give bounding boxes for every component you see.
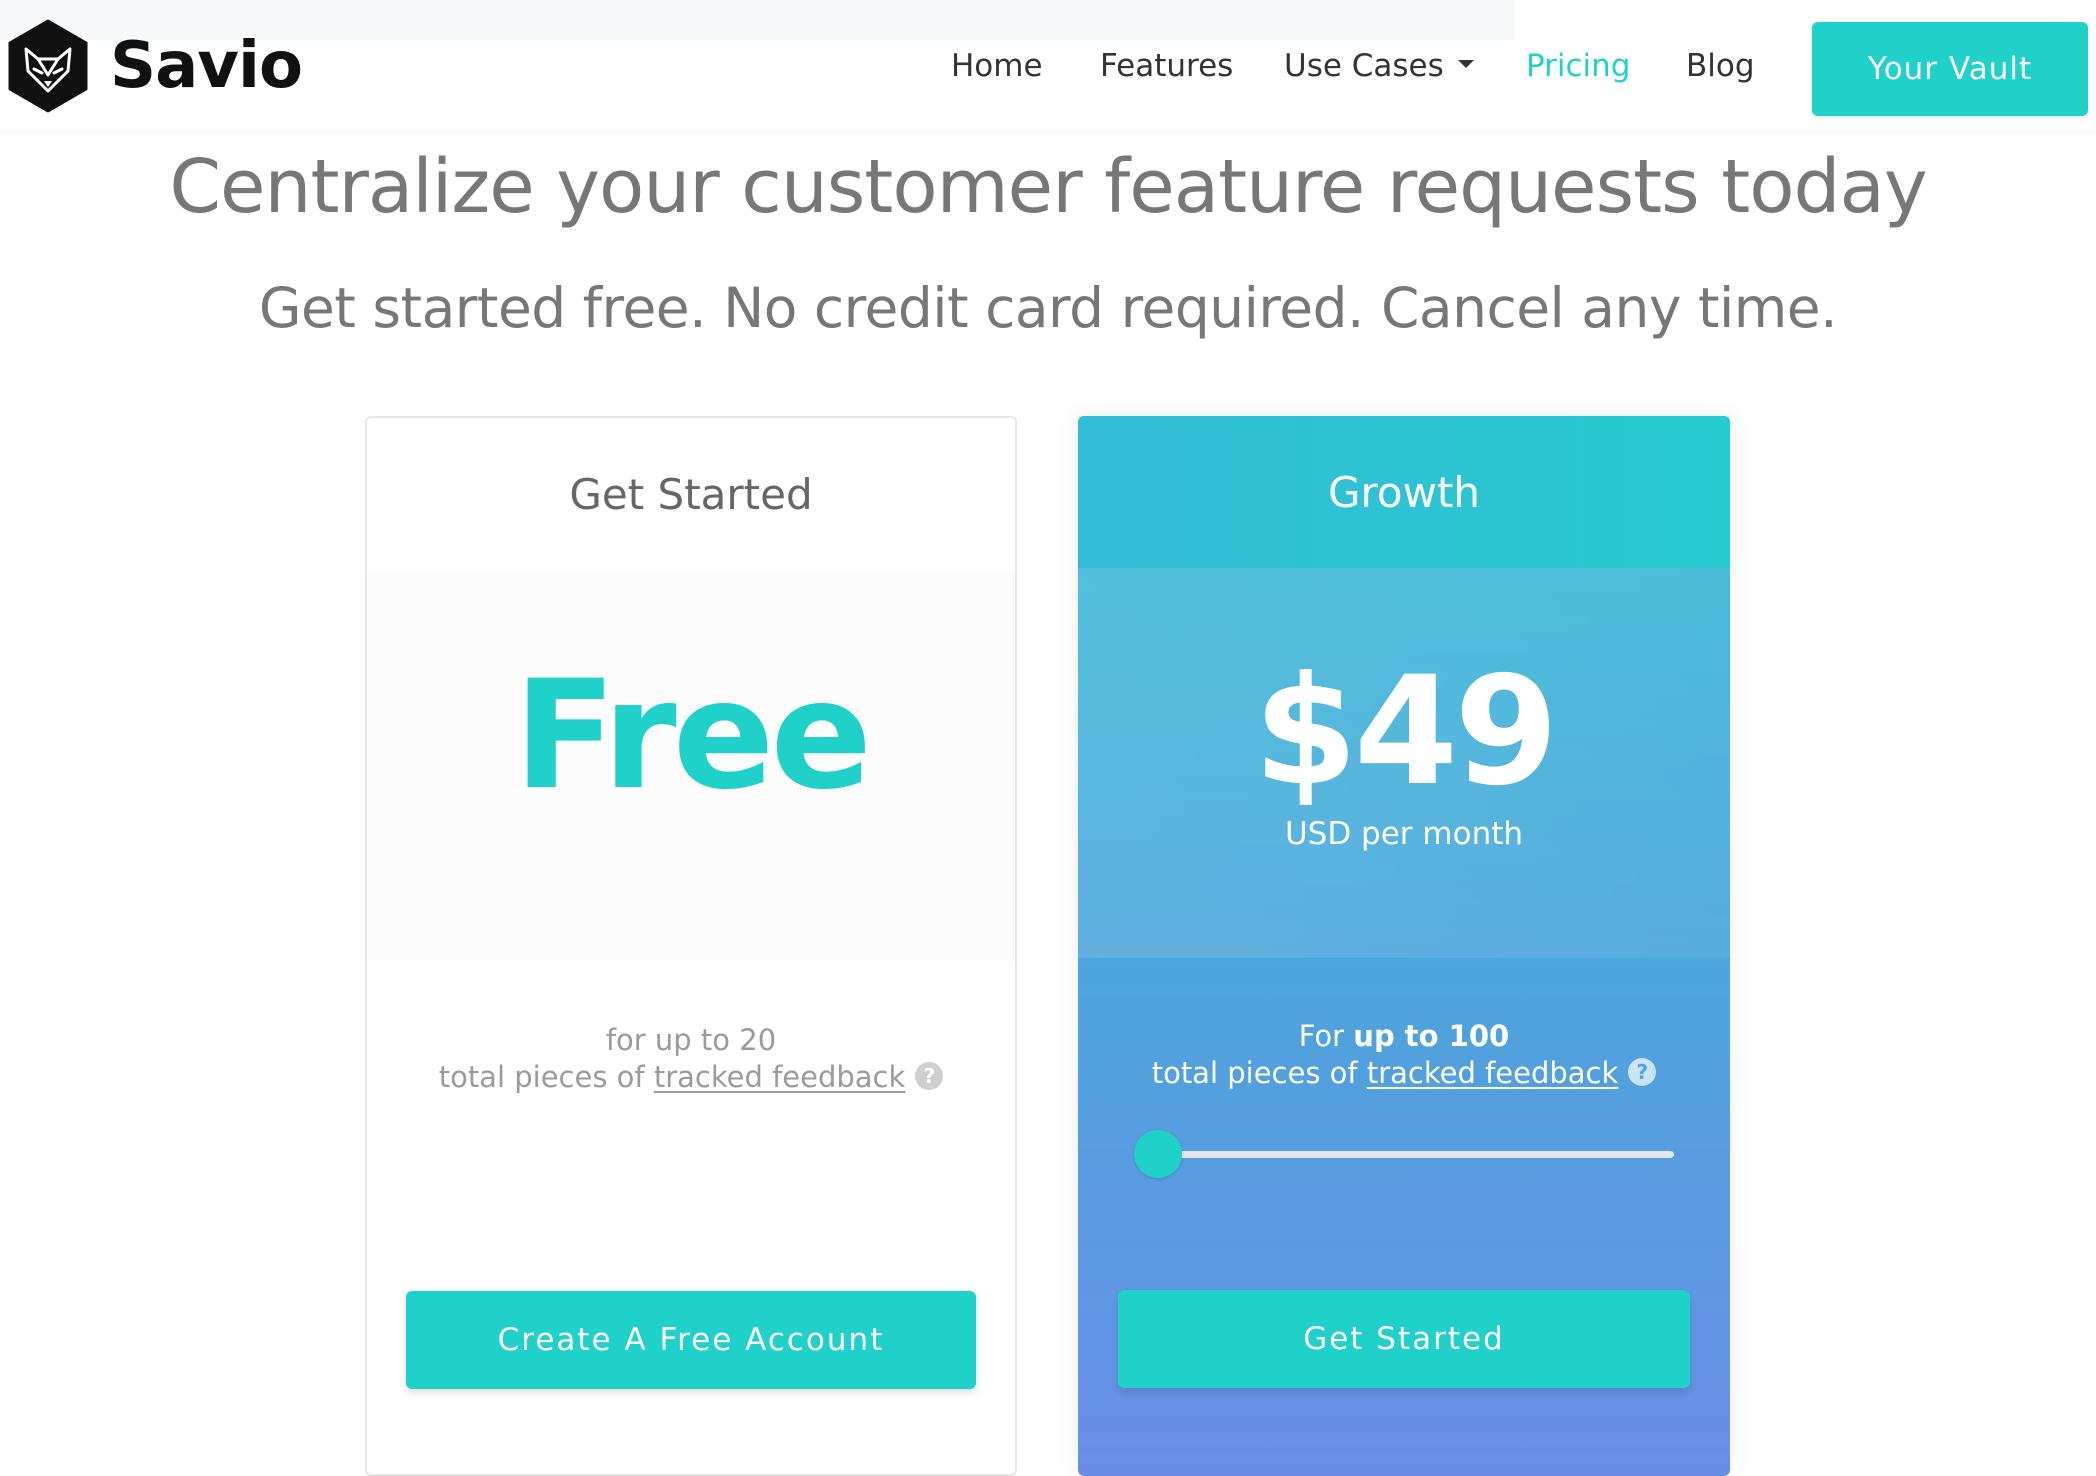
- plan-description: For up to 100 total pieces of tracked fe…: [1078, 1018, 1730, 1092]
- plan-limit-text: for up to 20: [605, 1023, 777, 1057]
- plan-card-header: Growth: [1078, 416, 1730, 568]
- site-header: Savio Home Features Use Cases Pricing Bl…: [0, 0, 2096, 130]
- slider-track[interactable]: [1134, 1151, 1674, 1158]
- nav-features[interactable]: Features: [1100, 44, 1233, 88]
- plan-name: Growth: [1327, 468, 1481, 517]
- create-free-account-button[interactable]: Create A Free Account: [406, 1291, 976, 1389]
- plan-limit-detail-prefix: total pieces of: [1151, 1056, 1367, 1090]
- question-circle-icon[interactable]: ?: [1628, 1058, 1657, 1086]
- tracked-feedback-link[interactable]: tracked feedback: [1367, 1056, 1618, 1090]
- plan-limit-value: up to 100: [1353, 1019, 1510, 1053]
- feedback-volume-slider[interactable]: [1134, 1130, 1674, 1178]
- plan-card-growth: Growth $49 For up to 100 total pieces of…: [1078, 416, 1730, 1476]
- nav-use-cases-label: Use Cases: [1284, 48, 1444, 84]
- plan-limit-prefix: For: [1298, 1019, 1354, 1053]
- page-title: Centralize your customer feature request…: [169, 144, 1927, 230]
- plan-price: Free: [513, 649, 872, 823]
- plan-limit-prefix: total pieces of: [438, 1060, 654, 1094]
- plan-limit-detail: total pieces of tracked feedback?: [367, 1059, 1015, 1096]
- plan-limit-detail: total pieces of tracked feedback?: [1078, 1055, 1730, 1092]
- plan-price: $49: [1253, 645, 1558, 819]
- logo[interactable]: Savio: [8, 19, 303, 113]
- get-started-button[interactable]: Get Started: [1118, 1290, 1690, 1388]
- plan-name: Get Started: [569, 470, 813, 519]
- fox-logo-icon: [8, 19, 88, 113]
- nav-use-cases[interactable]: Use Cases: [1284, 44, 1474, 88]
- plan-card-free: Get Started Free for up to 20 total piec…: [365, 416, 1017, 1476]
- nav-blog[interactable]: Blog: [1686, 44, 1755, 88]
- plan-card-header: Get Started: [367, 418, 1015, 572]
- logo-wordmark: Savio: [110, 29, 303, 103]
- your-vault-button[interactable]: Your Vault: [1812, 22, 2088, 116]
- slider-handle[interactable]: [1134, 1130, 1182, 1178]
- nav-home[interactable]: Home: [951, 44, 1043, 88]
- nav-pricing[interactable]: Pricing: [1526, 44, 1631, 88]
- caret-down-icon: [1457, 59, 1474, 68]
- page-subtitle: Get started free. No credit card require…: [258, 276, 1838, 340]
- plan-description: for up to 20 total pieces of tracked fee…: [367, 1022, 1015, 1096]
- tracked-feedback-link[interactable]: tracked feedback: [654, 1060, 905, 1094]
- plan-limit-text: For up to 100: [1078, 1018, 1730, 1055]
- question-circle-icon[interactable]: ?: [915, 1062, 944, 1090]
- plan-billing-period: USD per month: [1284, 816, 1524, 852]
